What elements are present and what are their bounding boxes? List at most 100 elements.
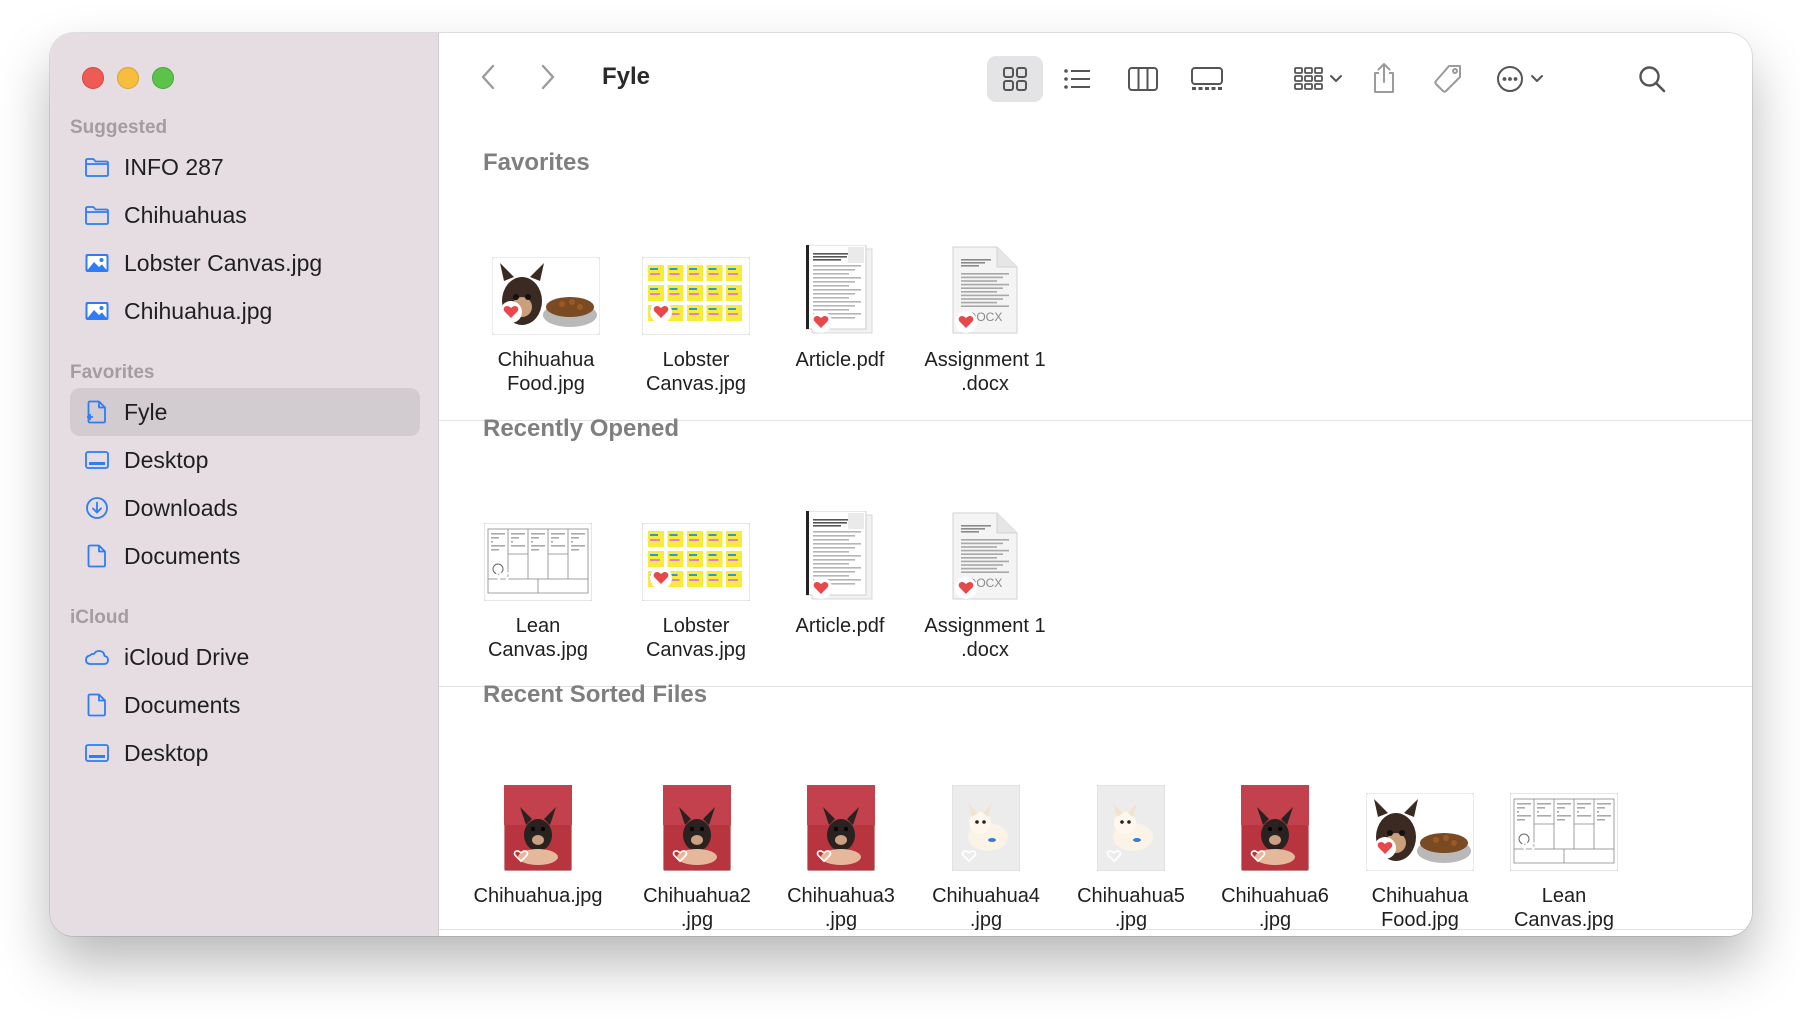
document-icon <box>84 543 114 569</box>
file-thumbnail <box>765 491 915 601</box>
favorite-heart-icon[interactable] <box>1518 837 1540 859</box>
more-actions-button[interactable] <box>1489 56 1555 102</box>
file-item[interactable]: Chihuahua3 .jpg <box>766 761 916 932</box>
close-button[interactable] <box>82 67 104 89</box>
sidebar-section-icloud: iCloud iCloud Drive Documents Desktop <box>70 607 420 777</box>
minimize-button[interactable] <box>117 67 139 89</box>
sidebar-item-info-287[interactable]: INFO 287 <box>70 143 420 191</box>
document-icon <box>84 399 114 425</box>
favorite-heart-icon[interactable] <box>810 577 832 599</box>
favorite-heart-icon[interactable] <box>669 845 691 867</box>
sidebar-item-icloud-drive[interactable]: iCloud Drive <box>70 633 420 681</box>
sidebar-item-label: Documents <box>124 691 241 718</box>
favorite-heart-icon[interactable] <box>650 567 672 589</box>
file-item[interactable]: Chihuahua6 .jpg <box>1200 761 1350 932</box>
file-thumbnail <box>463 491 613 601</box>
file-thumbnail <box>766 761 916 871</box>
gallery-view-icon <box>1190 65 1224 93</box>
favorite-heart-icon[interactable] <box>492 567 514 589</box>
file-item[interactable]: Chihuahua5 .jpg <box>1056 761 1206 932</box>
file-name: Chihuahua Food.jpg <box>497 349 595 395</box>
sidebar-section-suggested: Suggested INFO 287 Chihuahuas Lobster Ca… <box>70 117 420 335</box>
file-item[interactable]: Lobster Canvas.jpg <box>621 225 771 396</box>
sidebar-item-desktop[interactable]: Desktop <box>70 436 420 484</box>
favorite-heart-icon[interactable] <box>1374 837 1396 859</box>
file-item[interactable]: Lean Canvas.jpg <box>463 491 613 662</box>
file-item[interactable]: Article.pdf <box>765 491 915 638</box>
file-item[interactable]: DOCX Assignment 1 .docx <box>910 491 1060 662</box>
sidebar-heading: Suggested <box>70 117 168 138</box>
file-name: Chihuahua4 .jpg <box>932 885 1040 931</box>
tag-icon <box>1432 63 1464 95</box>
favorite-heart-icon[interactable] <box>1103 845 1125 867</box>
sidebar-item-documents[interactable]: Documents <box>70 532 420 580</box>
section-title-recent-sorted: Recent Sorted Files <box>483 681 708 708</box>
favorite-heart-icon[interactable] <box>813 845 835 867</box>
file-item[interactable]: Chihuahua Food.jpg <box>471 225 621 396</box>
sidebar-item-chihuahuas[interactable]: Chihuahuas <box>70 191 420 239</box>
gallery-view-button[interactable] <box>1177 56 1237 102</box>
desktop-icon <box>84 740 114 766</box>
file-item[interactable]: Chihuahua4 .jpg <box>911 761 1061 932</box>
more-icon <box>1495 64 1549 94</box>
folder-icon <box>84 202 114 228</box>
search-icon <box>1637 64 1667 94</box>
file-thumbnail <box>1489 761 1639 871</box>
document-icon <box>84 692 114 718</box>
file-item[interactable]: Lean Canvas.jpg <box>1489 761 1639 932</box>
tags-button[interactable] <box>1427 57 1469 101</box>
file-thumbnail <box>1056 761 1206 871</box>
file-item[interactable]: Chihuahua2 .jpg <box>622 761 772 932</box>
file-item[interactable]: DOCX Assignment 1 .docx <box>910 225 1060 396</box>
share-icon <box>1370 61 1398 95</box>
group-button[interactable] <box>1286 56 1352 102</box>
column-view-button[interactable] <box>1115 56 1171 102</box>
file-name: Chihuahua Food.jpg <box>1371 885 1469 931</box>
list-view-button[interactable] <box>1049 56 1105 102</box>
sidebar-item-label: Desktop <box>124 739 209 766</box>
favorite-heart-icon[interactable] <box>955 577 977 599</box>
sidebar-section-favorites: Favorites Fyle Desktop Downloads Documen… <box>70 362 420 580</box>
file-name: Lean Canvas.jpg <box>1513 885 1615 931</box>
back-button[interactable] <box>471 59 507 95</box>
sidebar-item-label: Documents <box>124 542 241 569</box>
forward-button[interactable] <box>529 59 565 95</box>
favorite-heart-icon[interactable] <box>958 845 980 867</box>
file-name: Chihuahua6 .jpg <box>1221 885 1329 931</box>
favorite-heart-icon[interactable] <box>500 301 522 323</box>
file-item[interactable]: Article.pdf <box>765 225 915 372</box>
sidebar-item-chihuahua-jpg[interactable]: Chihuahua.jpg <box>70 287 420 335</box>
icon-view-button[interactable] <box>987 56 1043 102</box>
file-thumbnail <box>463 761 613 871</box>
favorite-heart-icon[interactable] <box>1247 845 1269 867</box>
sidebar-item-fyle[interactable]: Fyle <box>70 388 420 436</box>
sidebar-item-label: INFO 287 <box>124 153 224 180</box>
file-item[interactable]: Chihuahua.jpg <box>463 761 613 908</box>
sidebar-item-downloads[interactable]: Downloads <box>70 484 420 532</box>
favorite-heart-icon[interactable] <box>810 311 832 333</box>
sidebar-item-label: Lobster Canvas.jpg <box>124 249 323 276</box>
search-button[interactable] <box>1629 56 1675 102</box>
sidebar-heading: Favorites <box>70 362 155 383</box>
favorite-heart-icon[interactable] <box>955 311 977 333</box>
sidebar-item-label: Desktop <box>124 446 209 473</box>
file-name: Article.pdf <box>795 615 885 637</box>
file-thumbnail <box>1345 761 1495 871</box>
file-thumbnail <box>621 225 771 335</box>
sidebar-item-label: iCloud Drive <box>124 643 250 670</box>
group-icon <box>1293 65 1345 93</box>
icon-view-icon <box>1001 65 1029 93</box>
file-item[interactable]: Lobster Canvas.jpg <box>621 491 771 662</box>
column-view-icon <box>1127 65 1159 93</box>
favorite-heart-icon[interactable] <box>650 301 672 323</box>
sidebar-item-icloud-documents[interactable]: Documents <box>70 681 420 729</box>
sidebar-item-lobster-canvas[interactable]: Lobster Canvas.jpg <box>70 239 420 287</box>
share-button[interactable] <box>1363 55 1405 101</box>
sidebar-item-icloud-desktop[interactable]: Desktop <box>70 729 420 777</box>
zoom-button[interactable] <box>152 67 174 89</box>
file-item[interactable]: Chihuahua Food.jpg <box>1345 761 1495 932</box>
chevron-left-icon <box>479 63 499 91</box>
favorite-heart-icon[interactable] <box>510 845 532 867</box>
main-content: Fyle Favorites Recently Opened Recent So… <box>439 33 1752 936</box>
download-icon <box>84 495 114 521</box>
